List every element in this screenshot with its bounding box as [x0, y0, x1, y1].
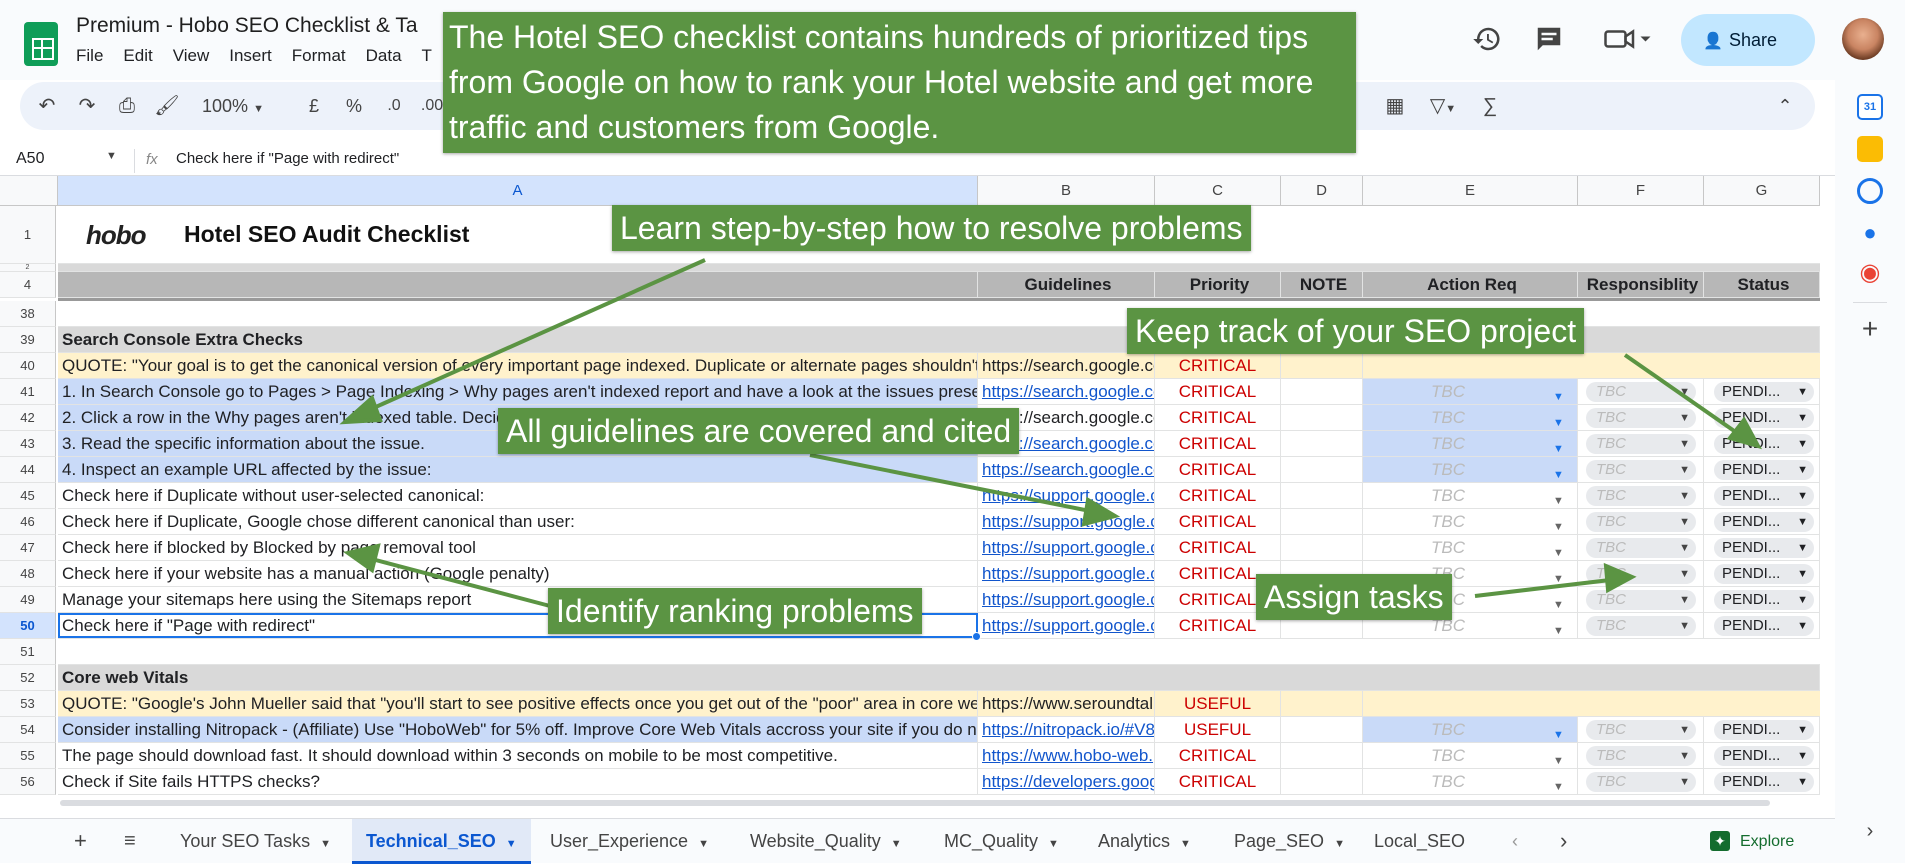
arrow-cited [809, 453, 1096, 514]
callout-assign: Assign tasks [1256, 574, 1452, 620]
arrow-head [1726, 416, 1763, 450]
callout-main: The Hotel SEO checklist contains hundred… [443, 12, 1356, 153]
arrow-head [1603, 562, 1637, 594]
arrow-head [1081, 496, 1121, 527]
arrow-track [1623, 353, 1742, 437]
callout-cited: All guidelines are covered and cited [498, 408, 1020, 454]
arrow-assign [1474, 578, 1611, 598]
arrow-identify [367, 556, 551, 608]
arrow-head [339, 394, 383, 425]
callout-identify: Identify ranking problems [548, 588, 922, 634]
arrow-steps [359, 258, 706, 416]
callout-track: Keep track of your SEO project [1127, 308, 1585, 354]
arrow-head [343, 543, 381, 574]
callout-steps: Learn step-by-step how to resolve proble… [612, 205, 1251, 251]
